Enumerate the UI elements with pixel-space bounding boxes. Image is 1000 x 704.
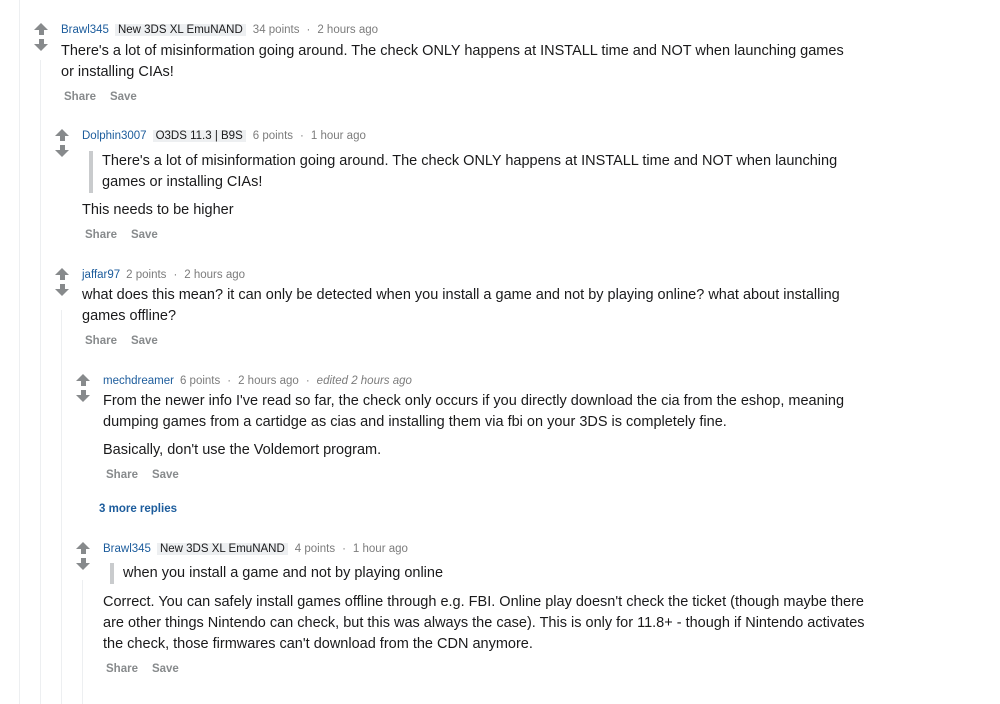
blockquote: There's a lot of misinformation going ar… — [89, 151, 837, 193]
points: 4 points — [294, 543, 336, 555]
comment-body: what does this mean? it can only be dete… — [82, 285, 840, 327]
comment-meta: Dolphin3007 O3DS 11.3 | B9S 6 points · 1 hou… — [82, 130, 366, 142]
timestamp[interactable]: 2 hours ago — [238, 375, 299, 387]
comment-text: dumping games from a cartidge as cias an… — [103, 414, 727, 430]
timestamp[interactable]: 1 hour ago — [353, 543, 408, 555]
timestamp[interactable]: 2 hours ago — [184, 269, 245, 281]
comment-actions: Share Save — [64, 89, 151, 105]
comment-body: From the newer info I've read so far, th… — [103, 391, 844, 461]
downvote-icon[interactable] — [76, 390, 90, 402]
user-flair: New 3DS XL EmuNAND — [156, 543, 288, 555]
points: 2 points — [126, 269, 167, 281]
comment-meta: jaffar97 2 points · 2 hours ago — [82, 269, 246, 281]
share-button[interactable]: Share — [106, 469, 138, 481]
downvote-icon[interactable] — [76, 558, 90, 570]
upvote-icon[interactable] — [76, 374, 90, 386]
timestamp[interactable]: 2 hours ago — [317, 24, 378, 36]
points: 6 points — [252, 130, 294, 142]
points: 34 points — [252, 24, 300, 36]
share-button[interactable]: Share — [64, 91, 96, 103]
timestamp[interactable]: 1 hour ago — [311, 130, 366, 142]
more-replies-link[interactable]: 3 more replies — [99, 501, 177, 517]
upvote-icon[interactable] — [34, 23, 48, 35]
edited-label: edited 2 hours ago — [316, 375, 412, 387]
share-button[interactable]: Share — [106, 663, 138, 675]
comment-body: Correct. You can safely install games of… — [103, 592, 865, 655]
comment-text: Correct. You can safely install games of… — [103, 594, 864, 610]
quote-text: games or installing CIAs! — [102, 174, 263, 190]
share-button[interactable]: Share — [85, 335, 117, 347]
comment-actions: Share Save — [85, 333, 172, 349]
user-flair: New 3DS XL EmuNAND — [114, 24, 246, 36]
comment-body: There's a lot of misinformation going ar… — [61, 41, 844, 83]
upvote-icon[interactable] — [76, 542, 90, 554]
author-link[interactable]: mechdreamer — [103, 375, 174, 387]
points: 6 points — [179, 375, 221, 387]
comment-text: From the newer info I've read so far, th… — [103, 393, 845, 409]
downvote-icon[interactable] — [34, 39, 48, 51]
author-link[interactable]: jaffar97 — [82, 269, 120, 281]
quote-text: when you install a game and not by playi… — [123, 565, 444, 581]
downvote-icon[interactable] — [55, 284, 69, 296]
quote-text: There's a lot of misinformation going ar… — [102, 153, 838, 169]
save-button[interactable]: Save — [152, 663, 179, 675]
blockquote: when you install a game and not by playi… — [110, 563, 443, 584]
save-button[interactable]: Save — [131, 335, 158, 347]
comment-meta: Brawl345 New 3DS XL EmuNAND 4 points · 1 hou… — [103, 543, 408, 555]
comment-text: or installing CIAs! — [61, 64, 174, 80]
comment-text: There's a lot of misinformation going ar… — [61, 43, 844, 59]
share-button[interactable]: Share — [85, 229, 117, 241]
save-button[interactable]: Save — [152, 469, 179, 481]
comment-actions: Share Save — [85, 227, 172, 243]
upvote-icon[interactable] — [55, 129, 69, 141]
author-link[interactable]: Dolphin3007 — [82, 130, 147, 142]
thread-line[interactable] — [61, 310, 62, 704]
save-button[interactable]: Save — [110, 91, 137, 103]
comment-actions: Share Save — [106, 661, 193, 677]
comment-text: Basically, don't use the Voldemort progr… — [103, 442, 382, 458]
comment-actions: Share Save — [106, 467, 193, 483]
comment-body: This needs to be higher — [82, 200, 234, 221]
comment-meta: mechdreamer 6 points · 2 hours ago · edited 2… — [103, 375, 412, 387]
author-link[interactable]: Brawl345 — [61, 24, 109, 36]
thread-line[interactable] — [40, 60, 41, 704]
thread-line[interactable] — [82, 580, 83, 704]
thread-line[interactable] — [19, 0, 20, 704]
comment-text: what does this mean? it can only be dete… — [82, 287, 840, 303]
comment-text: games offline? — [82, 308, 177, 324]
comment-meta: Brawl345 New 3DS XL EmuNAND 34 points · 2 ho… — [61, 24, 379, 36]
comment-text: are other things Nintendo can check, but… — [103, 615, 865, 631]
downvote-icon[interactable] — [55, 145, 69, 157]
comment-text: the check, those firmwares can't downloa… — [103, 636, 533, 652]
author-link[interactable]: Brawl345 — [103, 543, 151, 555]
upvote-icon[interactable] — [55, 268, 69, 280]
save-button[interactable]: Save — [131, 229, 158, 241]
comment-text: This needs to be higher — [82, 202, 234, 218]
user-flair: O3DS 11.3 | B9S — [152, 130, 246, 142]
